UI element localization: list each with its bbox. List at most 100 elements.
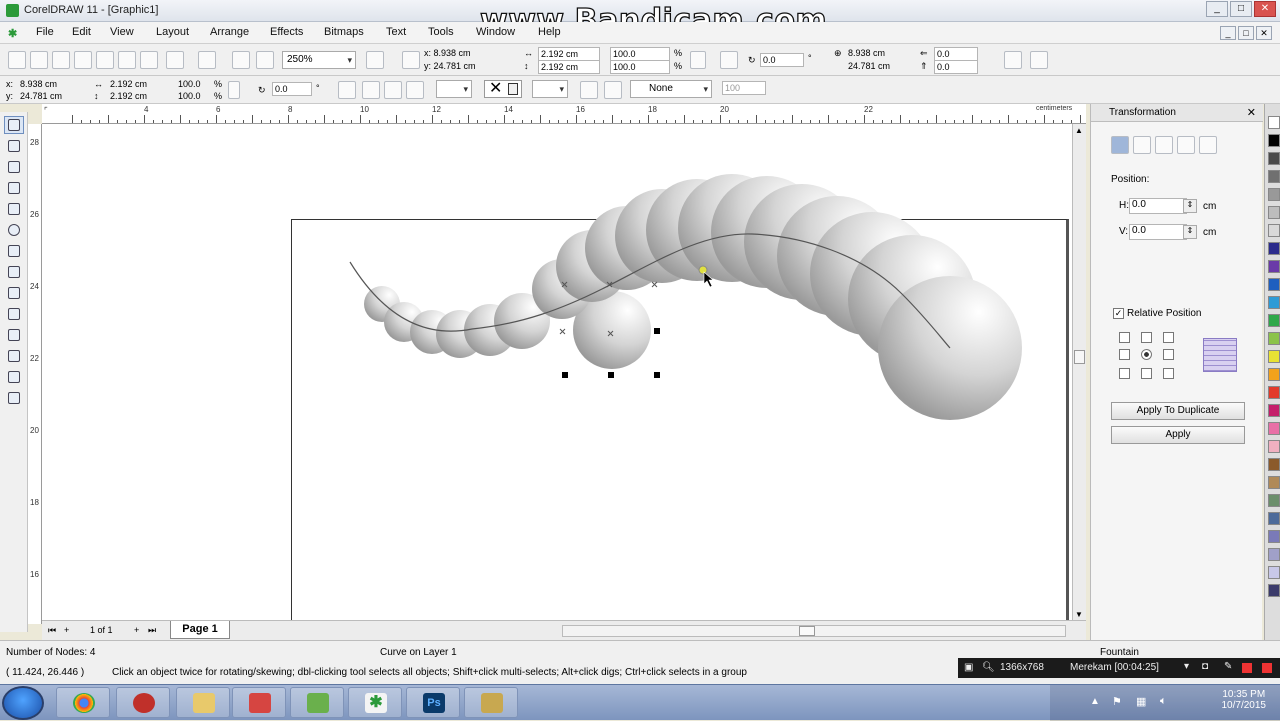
center-y-field[interactable]: 24.781 cm <box>846 60 908 74</box>
anchor-top-center[interactable] <box>1141 332 1152 343</box>
menu-tools[interactable]: Tools <box>428 26 454 38</box>
mirror-v-icon[interactable] <box>362 81 380 99</box>
color-swatch[interactable] <box>1268 548 1280 561</box>
menu-help[interactable]: Help <box>538 26 561 38</box>
apply-to-duplicate-icon[interactable] <box>1004 51 1022 69</box>
volume-icon[interactable]: 🔈︎ <box>1160 695 1167 708</box>
taskbar-corel-capture[interactable] <box>290 687 344 718</box>
camera-icon[interactable]: ◘ <box>1202 661 1208 672</box>
fill-tool[interactable] <box>4 368 24 386</box>
color-swatch[interactable] <box>1268 350 1280 363</box>
freehand-tool[interactable] <box>4 179 24 197</box>
width-field[interactable]: 2.192 cm <box>538 47 600 61</box>
lock-ratio-icon[interactable] <box>228 81 240 99</box>
menu-window[interactable]: Window <box>476 26 515 38</box>
align-icon[interactable] <box>1030 51 1048 69</box>
convert-icon[interactable] <box>406 81 424 99</box>
color-swatch[interactable] <box>1268 512 1280 525</box>
application-launcher-icon[interactable] <box>366 51 384 69</box>
record-icon[interactable] <box>1262 663 1272 673</box>
blend-circles[interactable] <box>364 174 1022 420</box>
color-swatch[interactable] <box>1268 566 1280 579</box>
taskbar-recorder[interactable] <box>116 687 170 718</box>
path-node[interactable] <box>698 265 708 275</box>
ellipse-tool[interactable] <box>4 221 24 239</box>
start-arrow-combo[interactable] <box>436 80 472 98</box>
anchor-top-left[interactable] <box>1119 332 1130 343</box>
docker-close-icon[interactable]: ✕ <box>1247 106 1256 119</box>
menu-effects[interactable]: Effects <box>270 26 303 38</box>
page-tab[interactable]: Page 1 <box>170 621 230 639</box>
anchor-middle-right[interactable] <box>1163 349 1174 360</box>
maximize-button[interactable]: □ <box>1230 1 1252 17</box>
zoom-combo[interactable]: 250% <box>282 51 356 69</box>
apply-button[interactable]: Apply <box>1111 426 1245 444</box>
to-back-icon[interactable] <box>580 81 598 99</box>
eyedropper-tool[interactable] <box>4 326 24 344</box>
outline-pen-icon[interactable] <box>604 81 622 99</box>
vertical-ruler[interactable]: 28 26 24 22 20 18 16 <box>28 124 42 624</box>
color-swatch[interactable] <box>1268 584 1280 597</box>
h-spin-icon[interactable]: ⇕ <box>1183 199 1197 213</box>
v-position-input[interactable]: 0.0 <box>1129 224 1187 240</box>
menu-edit[interactable]: Edit <box>72 26 91 38</box>
line-style-combo[interactable]: ✕ <box>484 80 522 98</box>
height-field[interactable]: 2.192 cm <box>538 60 600 74</box>
color-swatch[interactable] <box>1268 152 1280 165</box>
pick-tool[interactable] <box>4 116 24 134</box>
taskbar-app[interactable] <box>232 687 286 718</box>
scroll-up-icon[interactable]: ▲ <box>1075 126 1083 135</box>
prop-height-field[interactable]: 2.192 cm <box>108 90 164 104</box>
scale-x-field[interactable]: 100.0 <box>610 47 670 61</box>
color-swatch[interactable] <box>1268 134 1280 147</box>
color-swatch[interactable] <box>1268 440 1280 453</box>
rotate-tab-icon[interactable] <box>1133 136 1151 154</box>
shape-tool[interactable] <box>4 137 24 155</box>
outline-combo[interactable]: None <box>630 80 712 98</box>
redo-icon[interactable] <box>198 51 216 69</box>
doc-close-button[interactable]: ✕ <box>1256 26 1272 40</box>
start-button[interactable] <box>2 686 44 720</box>
mirror-h-icon[interactable] <box>338 81 356 99</box>
open-icon[interactable] <box>30 51 48 69</box>
wrap-icon[interactable] <box>384 81 402 99</box>
new-icon[interactable] <box>8 51 26 69</box>
menu-layout[interactable]: Layout <box>156 26 189 38</box>
color-swatch[interactable] <box>1268 422 1280 435</box>
taskbar-photoshop[interactable]: Ps <box>406 687 460 718</box>
apply-to-duplicate-button[interactable]: Apply To Duplicate <box>1111 402 1245 420</box>
last-page-icon[interactable]: ⏭ <box>148 625 156 636</box>
menu-file[interactable]: File <box>36 26 54 38</box>
interactive-fill-tool[interactable] <box>4 389 24 407</box>
horizontal-ruler[interactable]: ⌜ 4 6 8 10 12 14 16 18 20 22 centimeters <box>42 104 1086 124</box>
menu-arrange[interactable]: Arrange <box>210 26 249 38</box>
stop-record-icon[interactable] <box>1242 663 1252 673</box>
minimize-button[interactable]: _ <box>1206 1 1228 17</box>
color-swatch[interactable] <box>1268 296 1280 309</box>
flag-icon[interactable]: ⚑ <box>1112 695 1122 708</box>
recorder-dropdown-icon[interactable]: ▾ <box>1184 661 1189 672</box>
outline-tool[interactable] <box>4 347 24 365</box>
center-x-field[interactable]: 8.938 cm <box>846 47 908 61</box>
save-icon[interactable] <box>52 51 70 69</box>
color-swatch[interactable] <box>1268 458 1280 471</box>
import-icon[interactable] <box>232 51 250 69</box>
search-icon[interactable]: 🔍︎ <box>982 662 995 673</box>
lock-ratio-icon[interactable] <box>690 51 706 69</box>
taskbar-chrome[interactable] <box>56 687 110 718</box>
opacity-field[interactable]: 100 <box>722 81 766 95</box>
horizontal-scroll-thumb[interactable] <box>799 626 815 636</box>
copy-icon[interactable] <box>118 51 136 69</box>
paste-icon[interactable] <box>140 51 158 69</box>
export-icon[interactable] <box>256 51 274 69</box>
color-swatch[interactable] <box>1268 260 1280 273</box>
corel-online-icon[interactable] <box>402 51 420 69</box>
color-swatch[interactable] <box>1268 224 1280 237</box>
text-tool[interactable] <box>4 284 24 302</box>
print-icon[interactable] <box>74 51 92 69</box>
scroll-down-icon[interactable]: ▼ <box>1075 610 1083 619</box>
polygon-tool[interactable] <box>4 242 24 260</box>
v-spin-icon[interactable]: ⇕ <box>1183 225 1197 239</box>
zoom-tool[interactable] <box>4 158 24 176</box>
color-swatch[interactable] <box>1268 476 1280 489</box>
